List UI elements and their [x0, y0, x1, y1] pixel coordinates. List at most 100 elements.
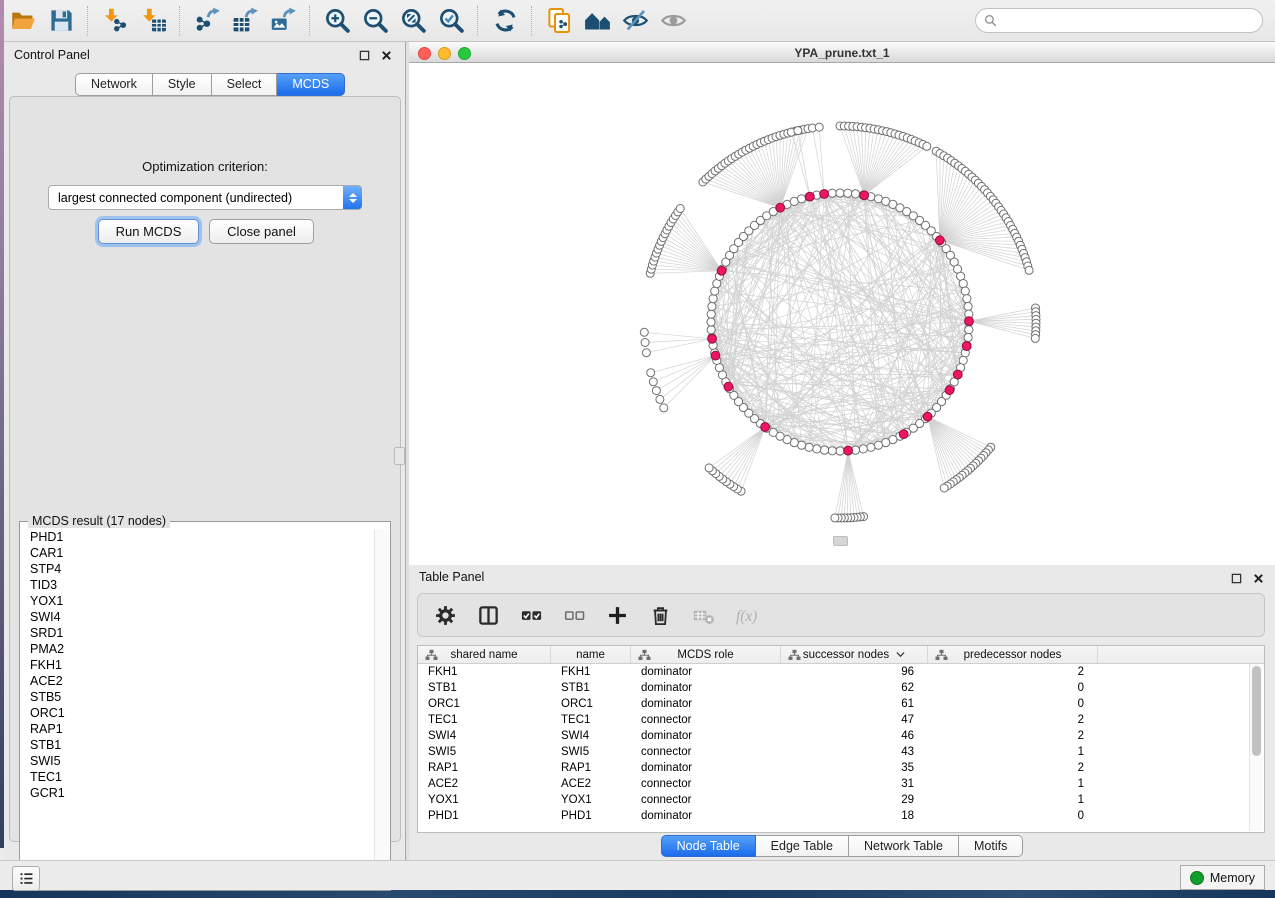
run-mcds-button[interactable]: Run MCDS: [98, 219, 199, 244]
column-header-successor-nodes[interactable]: successor nodes: [781, 646, 928, 663]
tab-network[interactable]: Network: [75, 73, 153, 96]
unselect-all-icon: [563, 604, 586, 627]
table-row-STB1[interactable]: STB1STB1dominator620: [418, 680, 1264, 696]
cell-successor-nodes: 62: [781, 680, 928, 696]
mcds-result-item[interactable]: ACE2: [21, 673, 373, 689]
import-network-button[interactable]: [96, 4, 134, 38]
refresh-icon: [492, 7, 519, 34]
select-all-icon: [520, 604, 543, 627]
network-window-titlebar[interactable]: YPA_prune.txt_1: [409, 42, 1275, 63]
mcds-result-item[interactable]: STB5: [21, 689, 373, 705]
mcds-result-item[interactable]: TEC1: [21, 769, 373, 785]
search-input[interactable]: [1002, 11, 1262, 31]
float-window-icon[interactable]: [1229, 571, 1243, 585]
column-label: MCDS role: [677, 649, 733, 661]
table-settings-button[interactable]: [432, 602, 458, 628]
table-row-RAP1[interactable]: RAP1RAP1dominator352: [418, 760, 1264, 776]
table-row-SWI5[interactable]: SWI5SWI5connector431: [418, 744, 1264, 760]
mcds-result-scrollbar[interactable]: [374, 529, 389, 889]
table-row-PHD1[interactable]: PHD1PHD1dominator180: [418, 808, 1264, 824]
column-header-shared-name[interactable]: shared name: [418, 646, 551, 663]
zoom-out-button[interactable]: [356, 4, 394, 38]
show-columns-button[interactable]: [475, 602, 501, 628]
network-node-selected: [953, 370, 962, 379]
tab-select[interactable]: Select: [212, 73, 278, 96]
refresh-layout-button[interactable]: [486, 4, 524, 38]
mcds-result-item[interactable]: SWI5: [21, 753, 373, 769]
network-graph[interactable]: [409, 63, 1275, 565]
export-image-button[interactable]: [264, 4, 302, 38]
export-table-button[interactable]: [226, 4, 264, 38]
unselect-all-rows-button[interactable]: [561, 602, 587, 628]
mcds-result-item[interactable]: FKH1: [21, 657, 373, 673]
new-network-from-file-button[interactable]: [540, 4, 578, 38]
optimization-criterion-label: Optimization criterion:: [10, 159, 400, 174]
cell-name: TEC1: [551, 712, 631, 728]
tab-network-table[interactable]: Network Table: [849, 835, 959, 857]
close-panel-icon[interactable]: [1251, 571, 1265, 585]
import-network-icon: [102, 7, 129, 34]
mcds-result-item[interactable]: YOX1: [21, 593, 373, 609]
mcds-result-item[interactable]: SRD1: [21, 625, 373, 641]
mcds-result-list[interactable]: PHD1CAR1STP4TID3YOX1SWI4SRD1PMA2FKH1ACE2…: [21, 529, 373, 889]
add-column-button[interactable]: [604, 602, 630, 628]
column-header-predecessor-nodes[interactable]: predecessor nodes: [928, 646, 1098, 663]
column-label: successor nodes: [803, 649, 889, 661]
mcds-result-item[interactable]: CAR1: [21, 545, 373, 561]
network-node-selected: [945, 386, 954, 395]
toggle-graphics-details-button[interactable]: [616, 4, 654, 38]
mcds-result-item[interactable]: TID3: [21, 577, 373, 593]
close-panel-button[interactable]: Close panel: [209, 219, 314, 244]
table-row-SWI4[interactable]: SWI4SWI4dominator462: [418, 728, 1264, 744]
table-row-ACE2[interactable]: ACE2ACE2connector311: [418, 776, 1264, 792]
zoom-fit-button[interactable]: [394, 4, 432, 38]
table-row-TEC1[interactable]: TEC1TEC1connector472: [418, 712, 1264, 728]
float-window-icon[interactable]: [357, 48, 371, 62]
mcds-result-item[interactable]: STB1: [21, 737, 373, 753]
tab-mcds[interactable]: MCDS: [277, 73, 345, 96]
save-session-button[interactable]: [42, 4, 80, 38]
close-panel-icon[interactable]: [379, 48, 393, 62]
tab-style[interactable]: Style: [153, 73, 212, 96]
import-table-button[interactable]: [134, 4, 172, 38]
cell-successor-nodes: 18: [781, 808, 928, 824]
show-all-networks-button[interactable]: [578, 4, 616, 38]
vertical-splitter-grip[interactable]: [394, 447, 405, 465]
tab-motifs[interactable]: Motifs: [959, 835, 1023, 857]
horizontal-splitter-grip[interactable]: [833, 536, 848, 546]
table-scrollbar-thumb[interactable]: [1252, 666, 1261, 756]
column-header-MCDS-role[interactable]: MCDS role: [631, 646, 781, 663]
search-box[interactable]: [975, 8, 1263, 33]
delete-column-button[interactable]: [647, 602, 673, 628]
mcds-result-item[interactable]: STP4: [21, 561, 373, 577]
cell-shared-name: ACE2: [418, 776, 551, 792]
cell-shared-name: PHD1: [418, 808, 551, 824]
network-graph-canvas[interactable]: [409, 63, 1275, 565]
task-history-button[interactable]: [12, 866, 40, 891]
open-file-button[interactable]: [4, 4, 42, 38]
tab-node-table[interactable]: Node Table: [661, 835, 756, 857]
table-row-YOX1[interactable]: YOX1YOX1connector291: [418, 792, 1264, 808]
mcds-result-item[interactable]: ORC1: [21, 705, 373, 721]
mcds-result-item[interactable]: GCR1: [21, 785, 373, 801]
cell-successor-nodes: 96: [781, 664, 928, 680]
mcds-result-item[interactable]: PHD1: [21, 529, 373, 545]
mcds-result-title: MCDS result (17 nodes): [28, 514, 170, 528]
column-header-name[interactable]: name: [551, 646, 631, 663]
cell-MCDS-role: dominator: [631, 808, 781, 824]
toggle-bird-view-button[interactable]: [654, 4, 692, 38]
mcds-result-item[interactable]: SWI4: [21, 609, 373, 625]
table-row-ORC1[interactable]: ORC1ORC1dominator610: [418, 696, 1264, 712]
table-row-FKH1[interactable]: FKH1FKH1dominator962: [418, 664, 1264, 680]
optimization-criterion-select[interactable]: largest connected component (undirected): [48, 185, 362, 210]
zoom-in-button[interactable]: [318, 4, 356, 38]
tab-edge-table[interactable]: Edge Table: [756, 835, 849, 857]
table-scrollbar[interactable]: [1249, 664, 1263, 831]
export-network-button[interactable]: [188, 4, 226, 38]
mcds-result-item[interactable]: RAP1: [21, 721, 373, 737]
memory-label: Memory: [1210, 871, 1255, 885]
select-all-rows-button[interactable]: [518, 602, 544, 628]
memory-button[interactable]: Memory: [1180, 865, 1265, 890]
zoom-selected-button[interactable]: [432, 4, 470, 38]
mcds-result-item[interactable]: PMA2: [21, 641, 373, 657]
